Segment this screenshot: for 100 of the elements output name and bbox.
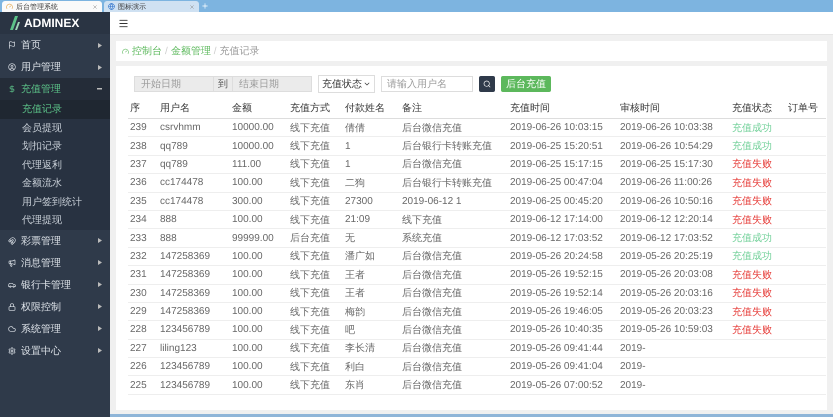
table-cell: 线下充值 bbox=[288, 155, 343, 174]
table-cell: 231 bbox=[128, 266, 158, 284]
sidebar-item[interactable]: 用户管理 bbox=[0, 56, 110, 78]
column-header: 充值状态 bbox=[730, 98, 786, 118]
table-cell: 线下充值 bbox=[288, 358, 343, 376]
table-cell: 2019-05-26 19:52:14 bbox=[508, 284, 618, 302]
table-cell: 99999.00 bbox=[230, 228, 288, 248]
table-cell: 线下充值 bbox=[288, 266, 343, 284]
sidebar-item[interactable]: 彩票管理 bbox=[0, 230, 110, 252]
sidebar-item[interactable]: 首页 bbox=[0, 34, 110, 56]
gear-icon bbox=[8, 346, 16, 354]
table-cell: 2019-06-25 15:17:30 bbox=[618, 155, 730, 174]
table-cell: 1 bbox=[343, 136, 400, 156]
username-field[interactable]: 请输入用户名 bbox=[381, 76, 473, 92]
table-cell: 2019-06-12 1 bbox=[400, 192, 508, 210]
close-icon[interactable] bbox=[189, 4, 195, 10]
sidebar-item[interactable]: 消息管理 bbox=[0, 252, 110, 274]
breadcrumb-separator: / bbox=[165, 46, 168, 56]
search-button[interactable] bbox=[479, 76, 495, 92]
table-cell: 后台银行卡转账充值 bbox=[400, 136, 508, 156]
table-cell: 2019-05-26 09:41:44 bbox=[508, 339, 618, 358]
table-cell: 233 bbox=[128, 228, 158, 248]
search-icon bbox=[483, 80, 491, 88]
table-cell: 梅韵 bbox=[343, 302, 400, 321]
sidebar-item[interactable]: 系统管理 bbox=[0, 318, 110, 340]
table-cell: 2019-06-12 17:14:00 bbox=[508, 210, 618, 229]
table-cell: 27300 bbox=[343, 192, 400, 210]
megaphone-icon bbox=[8, 258, 16, 266]
table-cell: 2019-05-26 10:59:03 bbox=[618, 320, 730, 340]
sidebar-item[interactable]: 充值管理 bbox=[0, 78, 110, 100]
sidebar-item[interactable]: 设置中心 bbox=[0, 340, 110, 362]
table-cell: 线下充值 bbox=[288, 210, 343, 229]
start-date-field[interactable]: 开始日期 bbox=[134, 76, 214, 92]
table-cell: 111.00 bbox=[230, 155, 288, 174]
sidebar-subitem[interactable]: 划扣记录 bbox=[0, 137, 110, 156]
table-cell: 229 bbox=[128, 302, 158, 321]
table-cell: 李长清 bbox=[343, 339, 400, 358]
column-header: 用户名 bbox=[158, 98, 230, 118]
table-cell: 线下充值 bbox=[288, 284, 343, 302]
status-cell: 充值失败 bbox=[730, 155, 786, 174]
chevron-down-icon bbox=[363, 80, 371, 88]
table-cell: 线下充值 bbox=[288, 136, 343, 156]
dollar-icon bbox=[8, 85, 16, 93]
table-cell: 后台微信充值 bbox=[400, 266, 508, 284]
column-header: 序 bbox=[128, 98, 158, 118]
sidebar-item[interactable]: 银行卡管理 bbox=[0, 274, 110, 296]
user-icon bbox=[8, 63, 16, 71]
table-cell: qq789 bbox=[158, 155, 230, 174]
sidebar-subitem[interactable]: 会员提现 bbox=[0, 118, 110, 137]
table-cell: 吧 bbox=[343, 320, 400, 340]
table-cell: 226 bbox=[128, 358, 158, 376]
table-cell: 线下充值 bbox=[288, 247, 343, 266]
table-cell: 2019-05-26 09:41:04 bbox=[508, 358, 618, 376]
table-cell: 100.00 bbox=[230, 174, 288, 192]
end-date-field[interactable]: 结束日期 bbox=[232, 76, 312, 92]
lock-icon bbox=[8, 302, 16, 310]
table-cell: 潘广如 bbox=[343, 247, 400, 266]
table-cell: 123456789 bbox=[158, 358, 230, 376]
sidebar-subitem[interactable]: 代理返利 bbox=[0, 156, 110, 174]
sidebar-subitem[interactable]: 用户签到统计 bbox=[0, 192, 110, 211]
table-cell: 100.00 bbox=[230, 302, 288, 321]
status-cell: 充值失败 bbox=[730, 302, 786, 321]
table-cell: 后台充值 bbox=[288, 228, 343, 248]
table-cell: 后台微信充值 bbox=[400, 358, 508, 376]
table-cell: 2019-05-26 07:00:52 bbox=[508, 376, 618, 394]
globe-icon bbox=[108, 3, 115, 10]
status-select[interactable]: 充值状态 bbox=[318, 75, 375, 93]
sidebar-subitem[interactable]: 代理提现 bbox=[0, 211, 110, 230]
table-cell: 2019-06-25 15:20:51 bbox=[508, 136, 618, 156]
table-cell: 二狗 bbox=[343, 174, 400, 192]
table-cell: 后台微信充值 bbox=[400, 339, 508, 358]
close-icon[interactable] bbox=[92, 4, 98, 10]
table-cell: 利白 bbox=[343, 358, 400, 376]
table-cell: 2019-05-26 20:24:58 bbox=[508, 247, 618, 266]
logo-icon bbox=[8, 16, 20, 30]
table-cell: 2019-06-25 15:17:15 bbox=[508, 155, 618, 174]
table-cell: 235 bbox=[128, 192, 158, 210]
table-cell: 2019-05-26 10:40:35 bbox=[508, 320, 618, 340]
table-cell: 147258369 bbox=[158, 302, 230, 321]
table-cell: 100.00 bbox=[230, 320, 288, 340]
table-cell: 东肖 bbox=[343, 376, 400, 394]
new-tab-icon[interactable] bbox=[201, 2, 209, 10]
table-cell: 系统充值 bbox=[400, 228, 508, 248]
sidebar-item[interactable]: 权限控制 bbox=[0, 296, 110, 318]
menu-icon[interactable] bbox=[118, 18, 129, 28]
table-cell: 300.00 bbox=[230, 192, 288, 210]
table-cell: 234 bbox=[128, 210, 158, 229]
status-cell: 充值失败 bbox=[730, 174, 786, 192]
table-cell: 2019-06-26 10:03:15 bbox=[508, 118, 618, 137]
range-label: 到 bbox=[214, 76, 232, 92]
sidebar-subitem[interactable]: 金额流水 bbox=[0, 174, 110, 192]
sidebar-subitem[interactable]: 充值记录 bbox=[0, 100, 110, 118]
table-cell: 2019-06-26 10:54:29 bbox=[618, 136, 730, 156]
caret-icon bbox=[98, 348, 102, 353]
cloud-icon bbox=[8, 324, 16, 332]
table-cell: 100.00 bbox=[230, 210, 288, 229]
table-cell: 线下充值 bbox=[288, 174, 343, 192]
table-cell: 后台微信充值 bbox=[400, 118, 508, 137]
caret-icon bbox=[98, 42, 102, 48]
table-cell: 2019-05-26 19:52:15 bbox=[508, 266, 618, 284]
